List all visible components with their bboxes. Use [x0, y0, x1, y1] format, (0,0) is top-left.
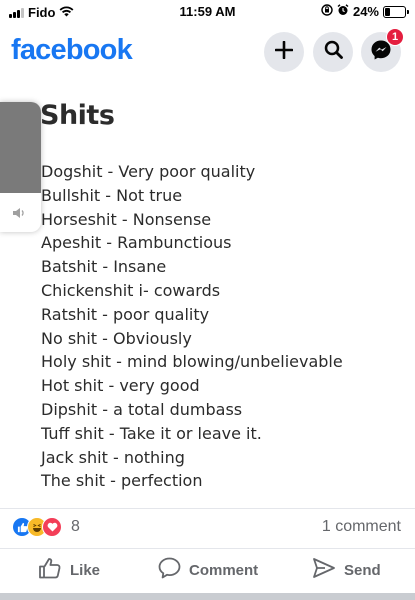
facebook-logo[interactable]: facebook — [11, 34, 133, 67]
list-item: Hot shit - very good — [41, 376, 200, 396]
comment-button[interactable]: Comment — [158, 557, 258, 583]
orientation-lock-icon — [321, 4, 333, 19]
search-icon — [324, 40, 343, 64]
reaction-count[interactable]: 8 — [71, 518, 80, 536]
volume-slider[interactable] — [0, 102, 41, 232]
battery-icon — [383, 5, 409, 18]
comment-icon — [158, 557, 181, 583]
list-item: Horseshit - Nonsense — [41, 209, 212, 229]
list-item: Chickenshit i- cowards — [41, 280, 221, 300]
add-icon — [274, 40, 294, 64]
definition-list: Dogshit - Very poor quality Bullshit - N… — [41, 160, 343, 493]
messenger-button[interactable]: 1 — [361, 28, 404, 72]
messenger-badge: 1 — [386, 28, 404, 46]
send-icon — [312, 557, 336, 583]
speaker-icon — [12, 206, 26, 224]
send-label: Send — [344, 561, 381, 579]
create-button[interactable] — [264, 32, 304, 72]
post-title: Shits — [40, 100, 115, 131]
list-item: No shit - Obviously — [41, 328, 192, 348]
list-item: Dogshit - Very poor quality — [41, 162, 256, 181]
reactions-summary: 8 1 comment — [0, 508, 415, 544]
reaction-icons[interactable] — [12, 517, 62, 537]
love-reaction-icon — [42, 517, 62, 537]
list-item: Jack shit - nothing — [41, 447, 185, 467]
comment-label: Comment — [189, 561, 259, 579]
list-item: Apeshit - Rambunctious — [41, 233, 232, 253]
like-label: Like — [70, 561, 101, 579]
thumbs-up-icon — [38, 557, 62, 583]
list-item: Batshit - Insane — [41, 257, 167, 277]
alarm-icon — [337, 4, 349, 19]
list-item: Bullshit - Not true — [41, 185, 183, 205]
list-item: Dipshit - a total dumbass — [41, 399, 243, 419]
app-header: facebook 1 — [0, 24, 415, 80]
list-item: Holy shit - mind blowing/unbelievable — [41, 352, 343, 372]
battery-percent: 24% — [352, 4, 379, 19]
feed-divider — [0, 593, 415, 600]
post-actions: Like Comment Send — [0, 548, 415, 592]
like-button[interactable]: Like — [38, 557, 100, 583]
volume-level — [0, 102, 41, 193]
list-item: Tuff shit - Take it or leave it. — [41, 423, 262, 443]
send-button[interactable]: Send — [312, 557, 381, 583]
comment-count[interactable]: 1 comment — [322, 518, 401, 536]
search-button[interactable] — [313, 32, 353, 72]
post-image[interactable]: Shits Dogshit - Very poor quality Bullsh… — [0, 90, 415, 500]
list-item: The shit - perfection — [41, 471, 203, 491]
list-item: Ratshit - poor quality — [41, 304, 210, 324]
status-bar: Fido 11:59 AM 24% — [0, 0, 415, 24]
